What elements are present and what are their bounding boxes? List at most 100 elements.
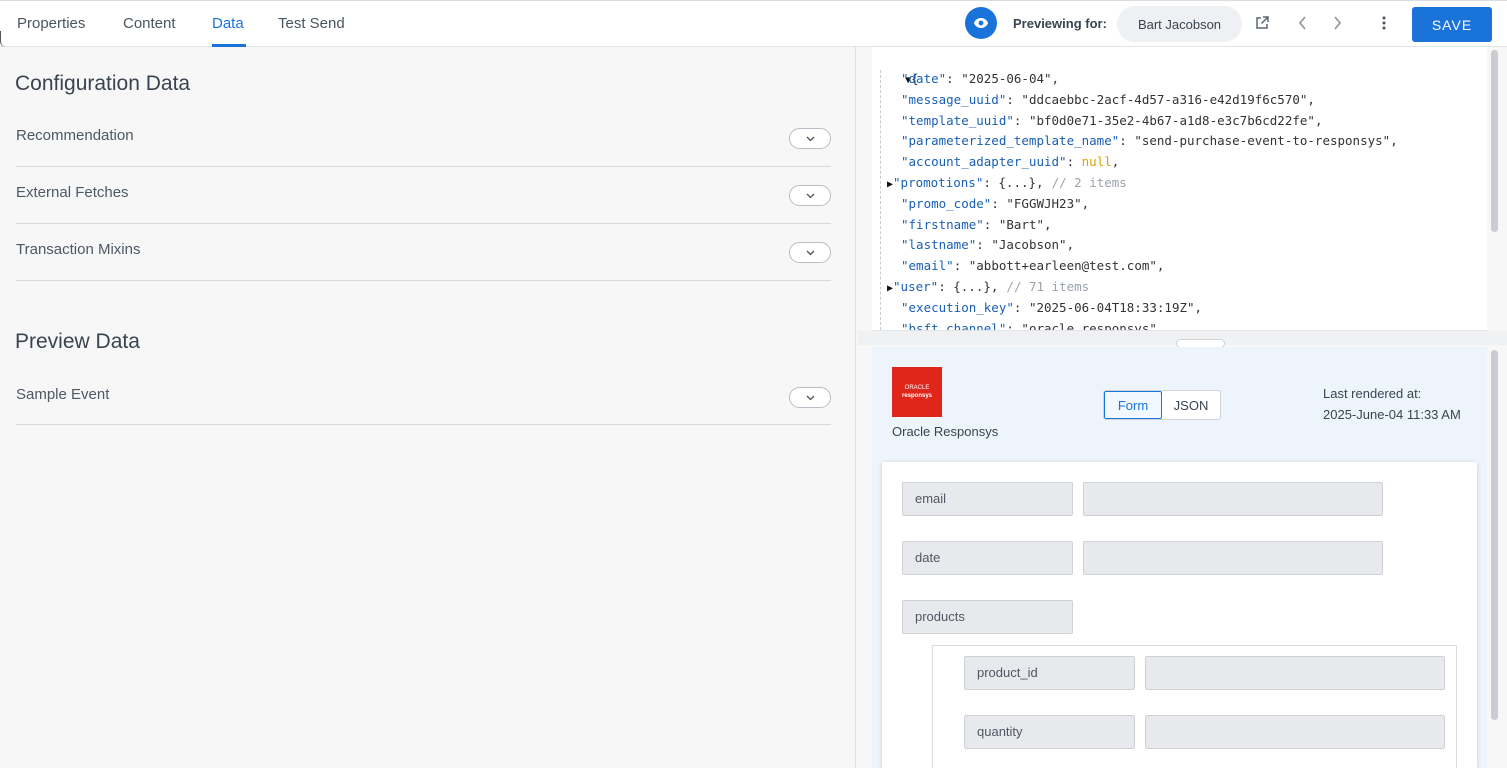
chevron-down-icon (806, 395, 814, 400)
json-value: "send-purchase-event-to-responsys" (1134, 133, 1391, 149)
data-config-panel: Configuration Data Recommendation Extern… (0, 47, 856, 768)
json-key: "email" (901, 258, 954, 274)
accordion-label: External Fetches (16, 184, 129, 201)
json-key: "promo_code" (901, 195, 992, 211)
field-input-date[interactable] (1083, 541, 1383, 575)
tab-properties[interactable]: Properties (17, 15, 85, 32)
field-input-quantity[interactable] (1145, 715, 1445, 749)
top-bar: Properties Content Data Test Send Previe… (0, 0, 1507, 47)
external-link-icon (1256, 16, 1269, 29)
json-indent-guide (880, 70, 881, 335)
json-line: "lastname": "Jacobson", (901, 237, 1075, 253)
json-key: "execution_key" (901, 299, 1014, 315)
accordion-label: Transaction Mixins (16, 241, 141, 258)
json-key: "lastname" (901, 237, 977, 253)
expand-button[interactable] (789, 387, 831, 408)
preview-toggle-button[interactable] (965, 7, 997, 39)
json-line[interactable]: ▶"promotions": {...},// 2 items (887, 172, 1127, 193)
chevron-down-icon (806, 250, 814, 255)
last-rendered-value: 2025-June-04 11:33 AM (1323, 407, 1461, 422)
json-value: "Jacobson" (991, 237, 1067, 253)
kebab-menu-icon (1382, 16, 1386, 30)
field-label-products: products (902, 600, 1073, 634)
open-external-button[interactable] (1252, 13, 1272, 33)
json-root-line[interactable]: ▼{ (875, 47, 919, 86)
json-viewer[interactable]: ▼{ "date": "2025-06-04", "message_uuid": … (872, 47, 1487, 331)
previous-button[interactable] (1293, 13, 1313, 33)
tab-data[interactable]: Data (212, 15, 244, 32)
previewing-label: Previewing for: (1013, 16, 1107, 31)
json-line: "firstname": "Bart", (901, 216, 1052, 232)
json-value: null (1081, 154, 1112, 170)
accordion-recommendation[interactable]: Recommendation (16, 110, 831, 167)
json-comment: // 71 items (1006, 279, 1090, 294)
preview-data-title: Preview Data (15, 330, 140, 353)
chevron-right-icon (1334, 16, 1342, 30)
json-line[interactable]: ▶"user": {...},// 71 items (887, 276, 1089, 297)
save-button[interactable]: SAVE (1412, 7, 1492, 42)
json-value: {...} (953, 279, 991, 294)
json-comment: // 2 items (1051, 175, 1127, 190)
window-edge (0, 31, 6, 47)
json-value: "2025-06-04T18:33:19Z" (1028, 299, 1195, 315)
json-line: "execution_key": "2025-06-04T18:33:19Z", (901, 299, 1203, 315)
expand-button[interactable] (789, 128, 831, 149)
field-input-product-id[interactable] (1145, 656, 1445, 690)
tab-content[interactable]: Content (123, 15, 176, 32)
accordion-label: Recommendation (16, 127, 134, 144)
chevron-down-icon (806, 193, 814, 198)
chevron-down-icon (806, 136, 814, 141)
previewing-user-select[interactable]: Bart Jacobson (1117, 6, 1242, 42)
json-line: "account_adapter_uuid": null, (901, 154, 1120, 170)
field-label-email: email (902, 482, 1073, 516)
json-scrollbar[interactable] (1491, 50, 1498, 232)
json-line: "parameterized_template_name": "send-pur… (901, 133, 1398, 149)
configuration-data-title: Configuration Data (15, 72, 191, 95)
json-value: "oracle_responsys" (1021, 320, 1157, 331)
json-value: "ddcaebbc-2acf-4d57-a316-e42d19f6c570" (1021, 91, 1308, 107)
eye-icon (974, 18, 988, 28)
tab-test-send[interactable]: Test Send (278, 15, 345, 32)
json-key: "firstname" (901, 216, 984, 232)
accordion-transaction-mixins[interactable]: Transaction Mixins (16, 224, 831, 281)
field-input-email[interactable] (1083, 482, 1383, 516)
oracle-responsys-logo: ORACLE responsys (892, 367, 942, 417)
json-value: {...} (998, 175, 1037, 190)
json-line: "bsft_channel": "oracle_responsys", (901, 318, 1164, 331)
json-line: "message_uuid": "ddcaebbc-2acf-4d57-a316… (901, 91, 1315, 107)
json-line: "template_uuid": "bf0d0e71-35e2-4b67-a1d… (901, 112, 1323, 128)
json-value: "Bart" (998, 216, 1045, 232)
json-key: "template_uuid" (901, 112, 1014, 128)
next-button[interactable] (1327, 13, 1347, 33)
logo-text-responsys: responsys (901, 393, 932, 399)
json-value: "2025-06-04" (961, 71, 1052, 86)
expand-button[interactable] (789, 185, 831, 206)
json-key: "account_adapter_uuid" (901, 154, 1067, 170)
adapter-name: Oracle Responsys (892, 424, 999, 439)
chevron-left-icon (1298, 16, 1306, 30)
logo-text-oracle: ORACLE (904, 385, 930, 391)
render-scrollbar[interactable] (1491, 350, 1498, 720)
form-toggle-button[interactable]: Form (1104, 391, 1162, 419)
more-options-button[interactable] (1374, 13, 1394, 33)
last-rendered-label: Last rendered at: (1323, 386, 1422, 401)
json-line: "promo_code": "FGGWJH23", (901, 195, 1090, 211)
accordion-external-fetches[interactable]: External Fetches (16, 167, 831, 224)
expand-button[interactable] (789, 242, 831, 263)
json-key: "message_uuid" (901, 91, 1007, 107)
accordion-sample-event[interactable]: Sample Event (16, 368, 831, 425)
json-line: "date": "2025-06-04", (901, 71, 1060, 86)
json-value: "FGGWJH23" (1006, 195, 1082, 211)
json-key: "user" (893, 279, 939, 294)
json-key: "parameterized_template_name" (901, 133, 1120, 149)
json-toggle-button[interactable]: JSON (1162, 391, 1220, 419)
json-value: "bf0d0e71-35e2-4b67-a1d8-e3c7b6cd22fe" (1028, 112, 1315, 128)
json-value: "abbott+earleen@test.com" (968, 258, 1157, 274)
view-mode-toggle: Form JSON (1103, 390, 1221, 420)
accordion-label: Sample Event (16, 386, 110, 403)
field-label-product-id: product_id (964, 656, 1135, 690)
json-key: "promotions" (893, 175, 984, 190)
json-line: "email": "abbott+earleen@test.com", (901, 258, 1165, 274)
json-key: "bsft_channel" (901, 320, 1007, 331)
field-label-quantity: quantity (964, 715, 1135, 749)
